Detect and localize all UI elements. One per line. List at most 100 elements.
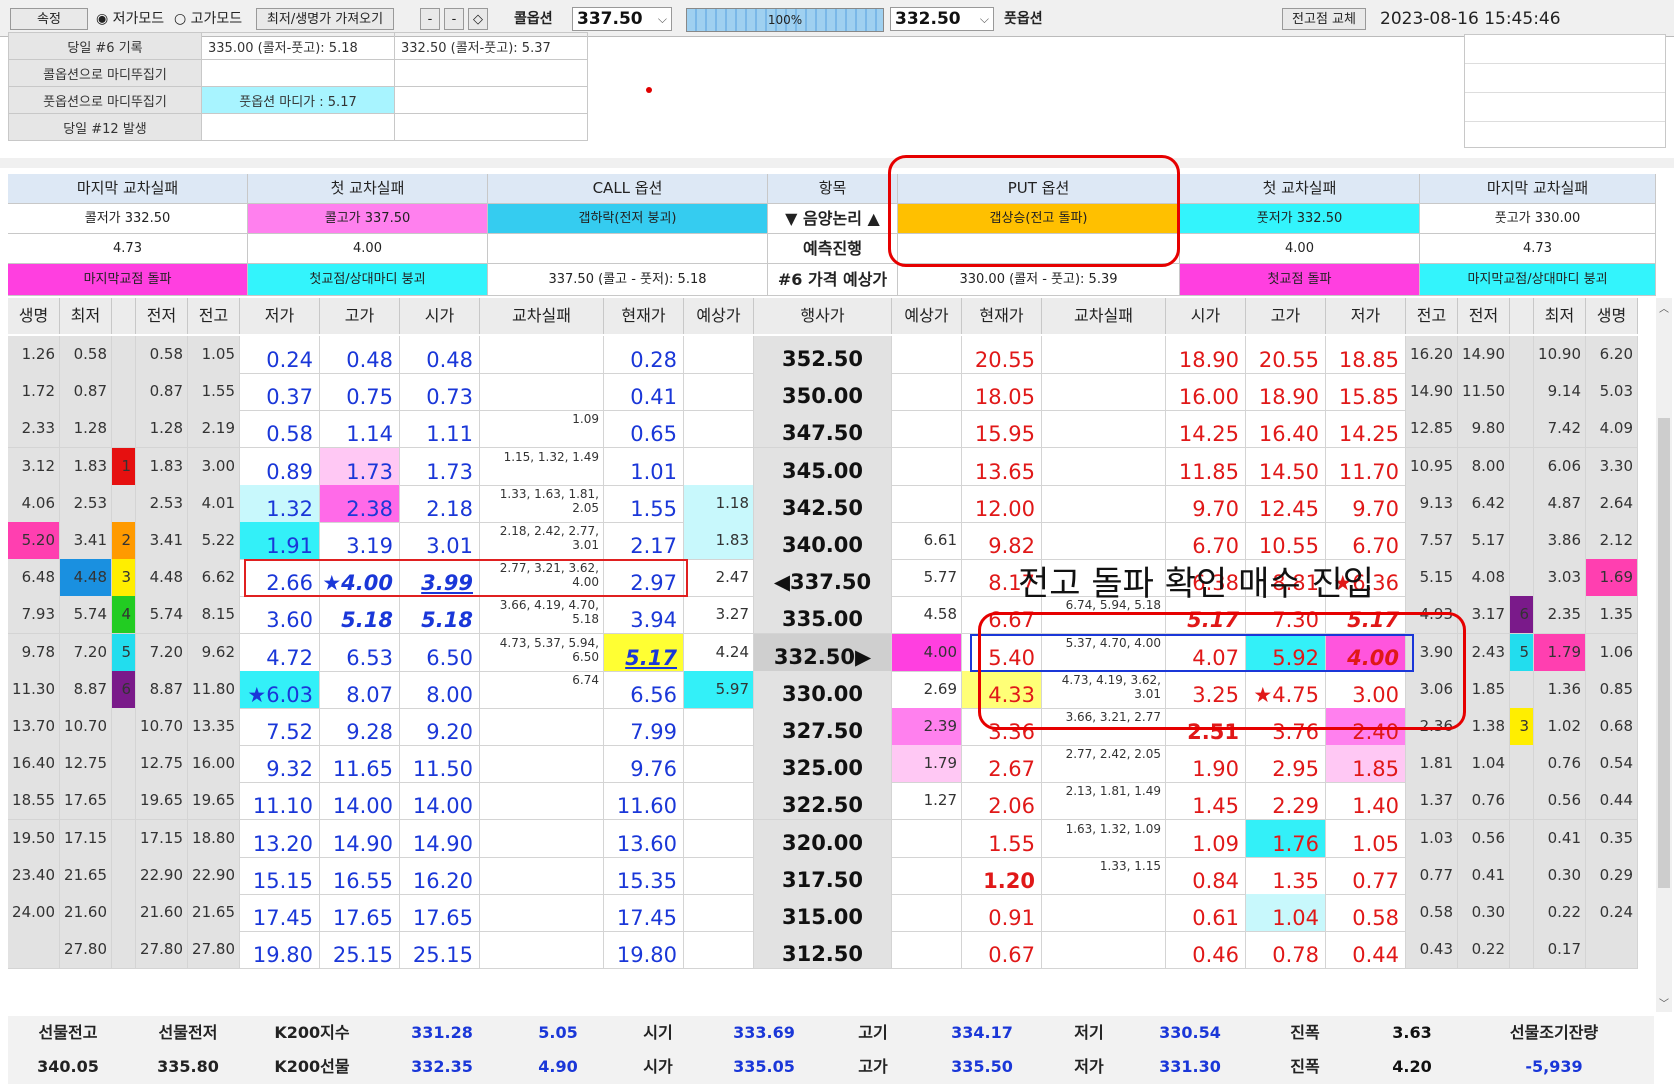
cell-p_flag[interactable] — [1510, 447, 1534, 486]
cell-p_flag[interactable] — [1510, 484, 1534, 523]
column-header-p_open[interactable]: 시가 — [1166, 298, 1246, 334]
cell-p_ph[interactable]: 0.77 — [1406, 856, 1458, 895]
cell-c_min[interactable]: 0.58 — [60, 336, 112, 374]
cell-p_pl[interactable]: 5.17 — [1458, 522, 1510, 560]
column-header-c_open[interactable]: 시가 — [400, 298, 480, 334]
cell-p_cur[interactable]: 2.06 — [962, 782, 1042, 821]
cell-p_cross[interactable] — [1042, 931, 1166, 970]
cell-c_open[interactable]: 2.18 — [400, 484, 480, 523]
cell-p_flag[interactable] — [1510, 856, 1534, 895]
cell-c_life[interactable]: 3.12 — [8, 447, 60, 486]
cell-c_ph[interactable]: 16.00 — [188, 745, 240, 784]
cell-strike[interactable]: 327.50 — [754, 708, 892, 746]
cell-c_pl[interactable]: 0.87 — [136, 373, 188, 412]
mode-radio-low[interactable]: ◉ 저가모드 — [96, 8, 164, 30]
cell-c_open[interactable]: 8.00 — [400, 670, 480, 709]
cell-c_min[interactable]: 7.20 — [60, 633, 112, 672]
cell-p_life[interactable] — [1586, 931, 1638, 970]
cell-c_low[interactable]: 11.10 — [240, 782, 320, 821]
cell-p_pl[interactable]: 0.41 — [1458, 856, 1510, 895]
cell-c_cur[interactable]: 1.55 — [604, 484, 684, 523]
cell-c_pl[interactable]: 10.70 — [136, 708, 188, 746]
cell-c_life[interactable]: 4.06 — [8, 484, 60, 523]
cell-p_high[interactable]: 1.35 — [1246, 856, 1326, 895]
cell-c_pl[interactable]: 21.60 — [136, 894, 188, 932]
cell-p_ph[interactable]: 12.85 — [1406, 410, 1458, 449]
cell-c_pl[interactable]: 4.48 — [136, 559, 188, 598]
cell-p_low[interactable]: 9.70 — [1326, 484, 1406, 523]
cell-c_low[interactable]: 9.32 — [240, 745, 320, 784]
cell-p_low[interactable]: 1.40 — [1326, 782, 1406, 821]
cell-c_exp[interactable] — [684, 931, 754, 970]
cell-c_pl[interactable]: 0.58 — [136, 336, 188, 374]
scrollbar-thumb[interactable] — [1658, 418, 1670, 888]
cell-c_exp[interactable] — [684, 745, 754, 784]
cell-c_flag[interactable] — [112, 745, 136, 784]
cell-p_low[interactable]: 11.70 — [1326, 447, 1406, 486]
cell-p_pl[interactable]: 0.56 — [1458, 819, 1510, 858]
cell-p_life[interactable]: 0.29 — [1586, 856, 1638, 895]
cell-c_pl[interactable]: 5.74 — [136, 596, 188, 635]
cell-c_high[interactable]: ★4.00 — [320, 559, 400, 598]
cell-p_high[interactable]: 16.40 — [1246, 410, 1326, 449]
cell-p_low[interactable]: 0.58 — [1326, 894, 1406, 932]
cell-p_low[interactable]: 6.70 — [1326, 522, 1406, 560]
cell-p_high[interactable]: 10.55 — [1246, 522, 1326, 560]
cell-p_min[interactable]: 0.76 — [1534, 745, 1586, 784]
cell-p_pl[interactable]: 1.04 — [1458, 745, 1510, 784]
cell-c_cross[interactable]: 1.15, 1.32, 1.49 — [480, 447, 604, 486]
cell-c_ph[interactable]: 19.65 — [188, 782, 240, 821]
cell-p_cross[interactable] — [1042, 410, 1166, 449]
cell-c_cur[interactable]: 0.28 — [604, 336, 684, 374]
column-header-p_high[interactable]: 고가 — [1246, 298, 1326, 334]
cell-p_pl[interactable]: 6.42 — [1458, 484, 1510, 523]
cell-c_flag[interactable] — [112, 819, 136, 858]
cell-p_min[interactable]: 9.14 — [1534, 373, 1586, 412]
cell-c_high[interactable]: 0.75 — [320, 373, 400, 412]
cell-p_flag[interactable] — [1510, 670, 1534, 709]
cell-c_life[interactable]: 1.26 — [8, 336, 60, 374]
cell-p_pl[interactable]: 9.80 — [1458, 410, 1510, 449]
cell-p_exp[interactable] — [892, 410, 962, 449]
cell-c_open[interactable]: 17.65 — [400, 894, 480, 932]
cell-p_open[interactable]: 16.00 — [1166, 373, 1246, 412]
column-header-c_exp[interactable]: 예상가 — [684, 298, 754, 334]
cell-p_flag[interactable]: 5 — [1510, 633, 1534, 672]
cell-p_high[interactable]: 1.04 — [1246, 894, 1326, 932]
cell-p_exp[interactable]: 4.00 — [892, 633, 962, 672]
cell-p_flag[interactable]: 3 — [1510, 708, 1534, 746]
cell-p_flag[interactable] — [1510, 894, 1534, 932]
cell-p_exp[interactable] — [892, 447, 962, 486]
cell-p_low[interactable]: 18.85 — [1326, 336, 1406, 374]
cell-p_pl[interactable]: 0.30 — [1458, 894, 1510, 932]
cell-p_life[interactable]: 0.35 — [1586, 819, 1638, 858]
cell-c_cross[interactable]: 3.66, 4.19, 4.70, 5.18 — [480, 596, 604, 635]
cell-c_open[interactable]: 11.50 — [400, 745, 480, 784]
cell-p_ph[interactable]: 9.13 — [1406, 484, 1458, 523]
cell-c_ph[interactable]: 9.62 — [188, 633, 240, 672]
cell-p_cross[interactable]: 2.77, 2.42, 2.05 — [1042, 745, 1166, 784]
cell-p_flag[interactable] — [1510, 931, 1534, 970]
cell-c_cross[interactable]: 1.09 — [480, 410, 604, 449]
cell-c_min[interactable]: 21.65 — [60, 856, 112, 895]
cell-c_low[interactable]: 13.20 — [240, 819, 320, 858]
cell-p_high[interactable]: 2.29 — [1246, 782, 1326, 821]
cell-p_min[interactable]: 1.02 — [1534, 708, 1586, 746]
cell-c_ph[interactable]: 13.35 — [188, 708, 240, 746]
cell-strike[interactable]: 317.50 — [754, 856, 892, 895]
scrollbar[interactable]: ︿ ﹀ — [1656, 298, 1672, 1012]
cell-c_open[interactable]: 25.15 — [400, 931, 480, 970]
cell-c_pl[interactable]: 17.15 — [136, 819, 188, 858]
cell-c_min[interactable]: 10.70 — [60, 708, 112, 746]
minus-button-2[interactable]: - — [444, 8, 464, 30]
cell-p_exp[interactable] — [892, 336, 962, 374]
cell-strike[interactable]: 345.00 — [754, 447, 892, 486]
cell-p_pl[interactable]: 0.76 — [1458, 782, 1510, 821]
cell-c_cur[interactable]: 9.76 — [604, 745, 684, 784]
column-header-p_ph[interactable]: 전고 — [1406, 298, 1458, 334]
cell-c_cur[interactable]: 19.80 — [604, 931, 684, 970]
cell-p_min[interactable]: 0.56 — [1534, 782, 1586, 821]
cell-c_cur[interactable]: 2.97 — [604, 559, 684, 598]
cell-p_open[interactable]: 0.46 — [1166, 931, 1246, 970]
cell-c_open[interactable]: 0.73 — [400, 373, 480, 412]
